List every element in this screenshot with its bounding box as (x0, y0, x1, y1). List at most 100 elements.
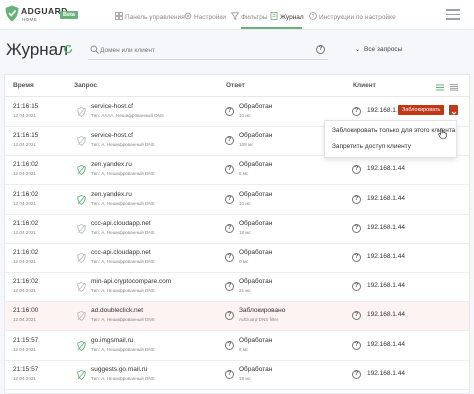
row-request-type: Тип: A, Нешифрованный DNS (91, 229, 155, 235)
row-status: Обработан (239, 132, 273, 140)
client-help-icon[interactable]: ? (352, 340, 361, 350)
row-domain[interactable]: ccc-api.cloudapp.net (91, 249, 151, 256)
table-row[interactable]: 21:15:57 12.04.2021 go.imgsmail.ru Тип: A, … (5, 332, 469, 361)
row-time: 21:16:15 (13, 103, 39, 110)
row-domain[interactable]: go.imgsmail.ru (91, 337, 133, 344)
request-filter-select[interactable]: ⌄ Все запросы (355, 46, 402, 53)
client-help-icon[interactable]: ? (352, 165, 361, 175)
client-help-icon[interactable]: ? (352, 282, 361, 292)
adguard-logo-icon[interactable] (5, 5, 19, 22)
row-client[interactable]: 192.168.1.44 (367, 311, 405, 318)
row-response-detail: 10 мс (239, 113, 251, 118)
row-client[interactable]: 192.168.1.44 (367, 224, 405, 231)
row-time: 21:16:02 (13, 219, 39, 227)
block-button[interactable]: Заблокировать (398, 105, 445, 115)
client-help-icon[interactable]: ? (352, 107, 361, 116)
block-options-toggle[interactable] (448, 105, 458, 115)
compact-view-icon[interactable] (450, 84, 458, 91)
nav-dashboard[interactable]: Панель управления (115, 12, 185, 22)
dnssec-shield-icon (77, 340, 86, 351)
nav-dashboard-label: Панель управления (125, 14, 185, 21)
response-help-icon[interactable]: ? (225, 223, 234, 233)
dnssec-shield-icon (77, 369, 86, 380)
row-request-type: Тип: A, Нешифрованный DNS (91, 200, 155, 206)
row-date: 12.04.2021 (13, 113, 36, 118)
row-response-detail: 0 мс (239, 259, 249, 264)
row-domain[interactable]: service-host.cf (91, 103, 133, 110)
shield-off-icon (77, 136, 86, 147)
row-domain[interactable]: zen.yandex.ru (91, 191, 132, 198)
row-date: 12.04.2021 (13, 200, 36, 206)
search-help-icon[interactable]: ? (316, 45, 325, 54)
table-row[interactable]: 21:16:02 12.04.2021 zen.yandex.ru Тип: A, Н… (5, 156, 469, 186)
gear-icon (184, 12, 192, 20)
page-title: Журнал (6, 40, 69, 59)
table-row[interactable]: 21:16:00 12.04.2021 ad.doubleclick.net Тип:… (5, 302, 469, 332)
row-client[interactable]: 192.168.1.44 (367, 341, 405, 348)
table-row[interactable]: 21:16:02 12.04.2021 min-api.cryptocompare.… (5, 273, 469, 303)
menu-item-block-for-client[interactable]: Заблокировать только для этого клиента (332, 127, 455, 134)
row-request-type: Тип: A, Нешифрованный DNS (91, 171, 155, 177)
nav-setup-guide-label: Инструкции по настройке (319, 14, 396, 21)
row-domain[interactable]: suggests.go.mail.ru (91, 366, 147, 373)
response-help-icon[interactable]: ? (225, 194, 234, 204)
menu-item-deny-client[interactable]: Запретить доступ клиенту (332, 143, 411, 150)
row-domain[interactable]: zen.yandex.ru (91, 161, 132, 168)
response-help-icon[interactable]: ? (225, 369, 234, 379)
row-status: Обработан (239, 190, 273, 198)
row-status: Обработан (239, 219, 273, 227)
response-help-icon[interactable]: ? (225, 107, 234, 116)
nav-settings[interactable]: Настройки (184, 12, 226, 22)
row-status: Заблокировано (239, 307, 286, 315)
row-date: 12.04.2021 (13, 229, 36, 235)
response-help-icon[interactable]: ? (225, 282, 234, 292)
shield-off-icon (77, 253, 86, 263)
response-help-icon[interactable]: ? (225, 165, 234, 175)
refresh-icon[interactable] (63, 44, 73, 54)
row-time: 21:15:57 (13, 336, 39, 344)
nav-filters-label: Фильтры (241, 14, 268, 21)
response-help-icon[interactable]: ? (225, 340, 234, 350)
row-client[interactable]: 192.168.1.44 (367, 370, 405, 377)
column-header-response: Ответ (226, 82, 245, 89)
client-help-icon[interactable]: ? (352, 369, 361, 379)
row-response-detail: 10 мс (239, 200, 251, 206)
table-row[interactable]: 21:16:02 12.04.2021 ccc-api.cloudapp.net Ти… (5, 215, 469, 244)
client-help-icon[interactable]: ? (352, 311, 361, 321)
response-help-icon[interactable]: ? (225, 311, 234, 321)
chevron-down-icon: ⌄ (355, 47, 361, 53)
nav-setup-guide[interactable]: ? Инструкции по настройке (309, 12, 396, 22)
row-client[interactable]: 192.168.1.44 (367, 165, 405, 172)
table-row[interactable]: 21:16:02 12.04.2021 zen.yandex.ru Тип: A, Н… (5, 186, 469, 215)
nav-settings-label: Настройки (194, 14, 226, 21)
search-input[interactable] (100, 42, 310, 58)
client-help-icon[interactable]: ? (352, 253, 361, 262)
row-time: 21:16:02 (13, 249, 39, 256)
nav-journal[interactable]: Журнал (270, 12, 304, 22)
table-row[interactable]: 21:16:02 12.04.2021 ccc-api.cloudapp.net Ти… (5, 244, 469, 273)
client-help-icon[interactable]: ? (352, 194, 361, 204)
row-response-detail: 18 мс (239, 229, 251, 235)
row-domain[interactable]: min-api.cryptocompare.com (91, 278, 171, 285)
row-response-detail: 18 мс (239, 375, 251, 381)
row-domain[interactable]: service-host.cf (91, 132, 133, 139)
list-view-icon[interactable] (436, 84, 444, 91)
client-help-icon[interactable]: ? (352, 223, 361, 233)
dnssec-shield-icon (77, 194, 86, 205)
block-options-menu: Заблокировать только для этого клиента З… (324, 120, 457, 158)
row-domain[interactable]: ccc-api.cloudapp.net (91, 220, 151, 227)
row-client[interactable]: 192.168.1.44 (367, 253, 405, 260)
nav-filters[interactable]: Фильтры (231, 12, 268, 22)
row-date: 12.04.2021 (13, 259, 36, 264)
row-client[interactable]: 192.168.1.44 (367, 195, 405, 202)
table-row[interactable]: 21:15:57 12.04.2021 suggests.go.mail.ru Тип… (5, 361, 469, 390)
response-help-icon[interactable]: ? (225, 253, 234, 262)
row-time: 21:16:02 (13, 161, 39, 169)
response-help-icon[interactable]: ? (225, 136, 234, 146)
row-response-detail: AdGuard DNS filter (239, 317, 279, 323)
row-client[interactable]: 192.168.1.44 (367, 282, 405, 289)
row-status: Обработан (239, 161, 273, 169)
row-request-type: Тип: AAAA, Нешифрованный DNS (91, 113, 164, 118)
hamburger-menu-button[interactable] (446, 9, 460, 21)
row-domain[interactable]: ad.doubleclick.net (91, 307, 143, 314)
